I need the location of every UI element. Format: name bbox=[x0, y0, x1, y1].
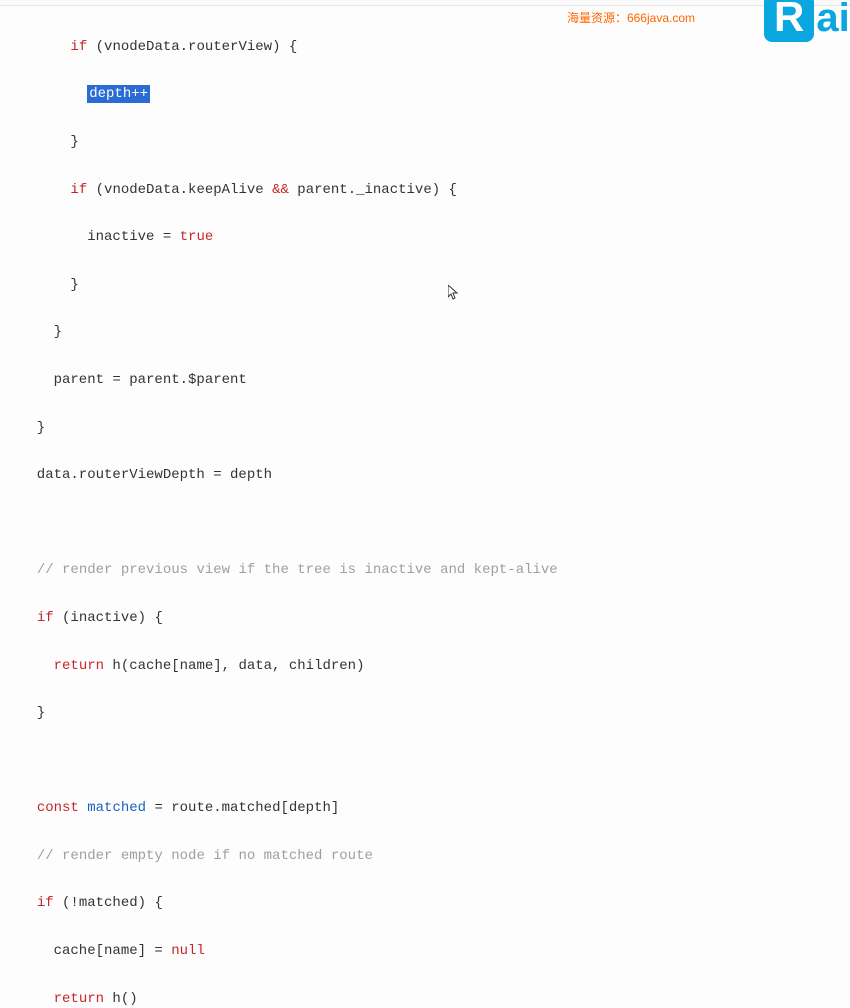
code-line[interactable]: } bbox=[20, 417, 850, 441]
code-line[interactable]: parent = parent.$parent bbox=[20, 369, 850, 393]
watermark-text: 海量资源：666java.com bbox=[567, 8, 695, 28]
code-line[interactable]: if (!matched) { bbox=[20, 892, 850, 916]
code-line[interactable]: // render previous view if the tree is i… bbox=[20, 559, 850, 583]
logo: Raik bbox=[764, 0, 850, 42]
code-line[interactable]: const matched = route.matched[depth] bbox=[20, 797, 850, 821]
code-line[interactable]: inactive = true bbox=[20, 226, 850, 250]
code-line[interactable]: return h() bbox=[20, 988, 850, 1008]
code-line[interactable] bbox=[20, 750, 850, 774]
logo-first-letter: R bbox=[764, 0, 814, 42]
code-line[interactable]: return h(cache[name], data, children) bbox=[20, 655, 850, 679]
code-line[interactable]: cache[name] = null bbox=[20, 940, 850, 964]
code-line[interactable]: } bbox=[20, 702, 850, 726]
code-line[interactable]: if (vnodeData.keepAlive && parent._inact… bbox=[20, 179, 850, 203]
code-editor[interactable]: if (vnodeData.routerView) { depth++ } if… bbox=[0, 6, 850, 1008]
code-line[interactable]: if (vnodeData.routerView) { bbox=[20, 36, 850, 60]
code-line[interactable]: } bbox=[20, 274, 850, 298]
code-line[interactable]: // render empty node if no matched route bbox=[20, 845, 850, 869]
logo-rest: aik bbox=[816, 0, 850, 38]
code-line[interactable]: } bbox=[20, 321, 850, 345]
code-line[interactable]: } bbox=[20, 131, 850, 155]
code-line[interactable]: if (inactive) { bbox=[20, 607, 850, 631]
code-line[interactable] bbox=[20, 512, 850, 536]
code-line[interactable]: data.routerViewDepth = depth bbox=[20, 464, 850, 488]
selected-text[interactable]: depth++ bbox=[87, 85, 150, 103]
code-line[interactable]: depth++ bbox=[20, 83, 850, 107]
